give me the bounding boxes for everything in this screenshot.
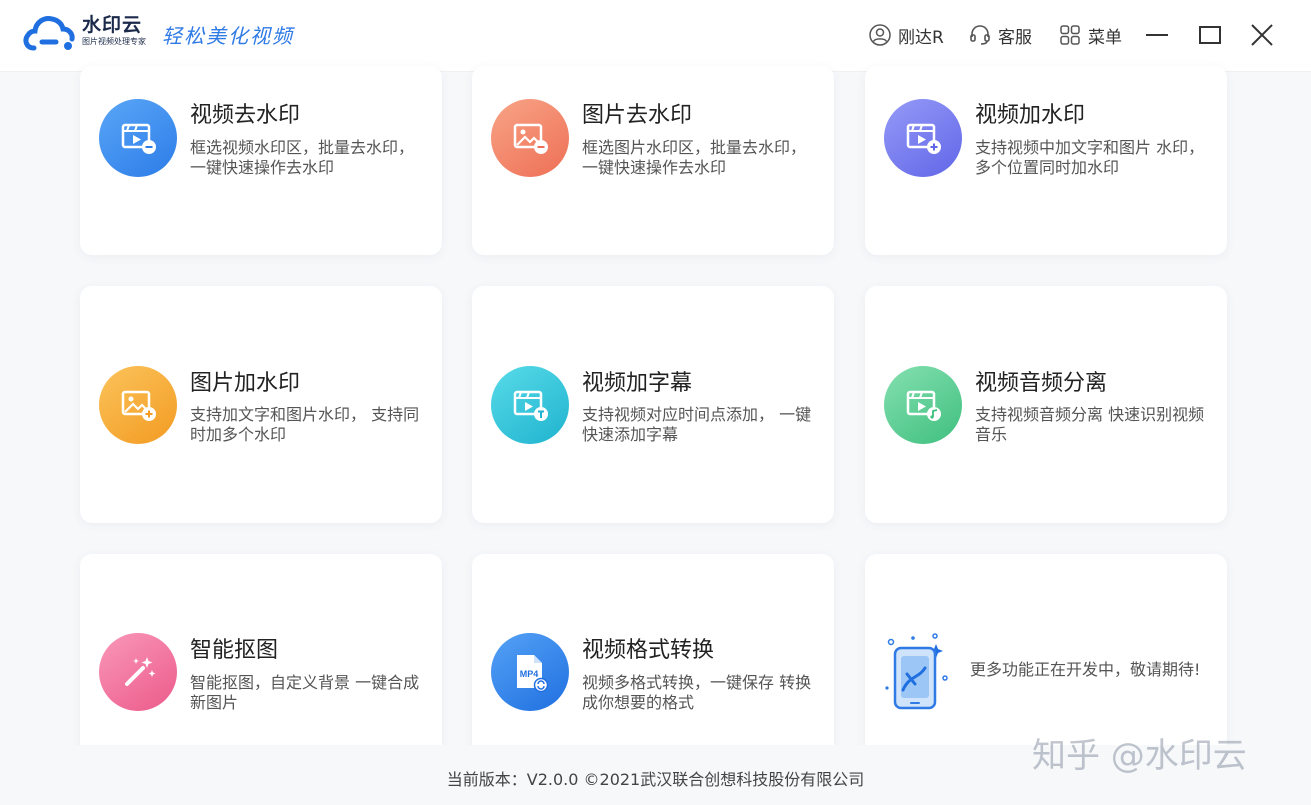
card-description: 支持加文字和图片水印， 支持同时加多个水印 xyxy=(190,405,420,444)
card-description: 支持视频中加文字和图片 水印，多个位置同时加水印 xyxy=(975,138,1205,177)
video-audio-icon xyxy=(884,366,962,444)
close-button[interactable] xyxy=(1249,22,1275,48)
magic-wand-icon xyxy=(99,633,177,711)
card-title: 智能抠图 xyxy=(190,638,279,663)
card-description: 视频多格式转换，一键保存 转换成你想要的格式 xyxy=(582,673,812,712)
customer-service-button[interactable]: 客服 xyxy=(968,22,1032,48)
smart-cutout-card[interactable]: 智能抠图 智能抠图，自定义背景 一键合成新图片 xyxy=(80,554,442,774)
brand-subtitle: 图片视频处理专家 xyxy=(82,37,146,46)
cloud-logo-icon xyxy=(23,16,75,51)
user-name: 刚达R xyxy=(898,27,944,48)
card-description: 支持视频对应时间点添加， 一键快速添加字幕 xyxy=(582,405,812,444)
menu-button[interactable]: 菜单 xyxy=(1058,22,1122,48)
service-label: 客服 xyxy=(998,27,1032,48)
card-title: 视频去水印 xyxy=(190,103,301,128)
video-watermark-removal-card[interactable]: 视频去水印 框选视频水印区，批量去水印， 一键快速操作去水印 xyxy=(80,66,442,255)
headset-icon xyxy=(970,25,990,45)
card-title: 视频加水印 xyxy=(975,103,1086,128)
card-title: 图片去水印 xyxy=(582,103,693,128)
minimize-button[interactable] xyxy=(1144,22,1170,48)
grid-menu-icon xyxy=(1060,25,1080,45)
mp4-label: MP4 xyxy=(520,669,539,679)
card-description: 支持视频音频分离 快速识别视频音乐 xyxy=(975,405,1205,444)
card-title: 图片加水印 xyxy=(190,371,301,396)
card-description: 框选视频水印区，批量去水印， 一键快速操作去水印 xyxy=(190,138,415,177)
title-bar: 水印云 图片视频处理专家 轻松美化视频 刚达R 客服 菜单 xyxy=(0,0,1311,72)
video-watermark-add-card[interactable]: 视频加水印 支持视频中加文字和图片 水印，多个位置同时加水印 xyxy=(865,66,1227,255)
mp4-file-icon: MP4 xyxy=(491,633,569,711)
video-add-icon xyxy=(884,99,962,177)
card-title: 视频加字幕 xyxy=(582,371,693,396)
video-subtitle-card[interactable]: 视频加字幕 支持视频对应时间点添加， 一键快速添加字幕 xyxy=(472,286,834,523)
menu-label: 菜单 xyxy=(1088,27,1122,48)
image-remove-icon xyxy=(491,99,569,177)
card-title: 视频格式转换 xyxy=(582,638,715,663)
slogan: 轻松美化视频 xyxy=(162,24,294,48)
brand-name: 水印云 xyxy=(82,14,143,36)
version-footer: 当前版本：V2.0.0 ©2021武汉联合创想科技股份有限公司 xyxy=(446,770,865,789)
more-features-text: 更多功能正在开发中，敬请期待! xyxy=(970,660,1201,679)
video-format-conversion-card[interactable]: MP4 视频格式转换 视频多格式转换，一键保存 转换成你想要的格式 xyxy=(472,554,834,774)
user-account-button[interactable]: 刚达R xyxy=(868,22,944,48)
video-audio-separation-card[interactable]: 视频音频分离 支持视频音频分离 快速识别视频音乐 xyxy=(865,286,1227,523)
brand: 水印云 图片视频处理专家 xyxy=(82,14,146,48)
image-watermark-add-card[interactable]: 图片加水印 支持加文字和图片水印， 支持同时加多个水印 xyxy=(80,286,442,523)
card-description: 框选图片水印区，批量去水印， 一键快速操作去水印 xyxy=(582,138,807,177)
image-watermark-removal-card[interactable]: 图片去水印 框选图片水印区，批量去水印， 一键快速操作去水印 xyxy=(472,66,834,255)
card-description: 智能抠图，自定义背景 一键合成新图片 xyxy=(190,673,420,712)
phone-illustration-icon xyxy=(885,633,948,710)
image-add-icon xyxy=(99,366,177,444)
video-subtitle-icon xyxy=(491,366,569,444)
video-remove-icon xyxy=(99,99,177,177)
user-icon xyxy=(869,24,891,46)
card-title: 视频音频分离 xyxy=(975,371,1108,396)
maximize-button[interactable] xyxy=(1197,22,1223,48)
